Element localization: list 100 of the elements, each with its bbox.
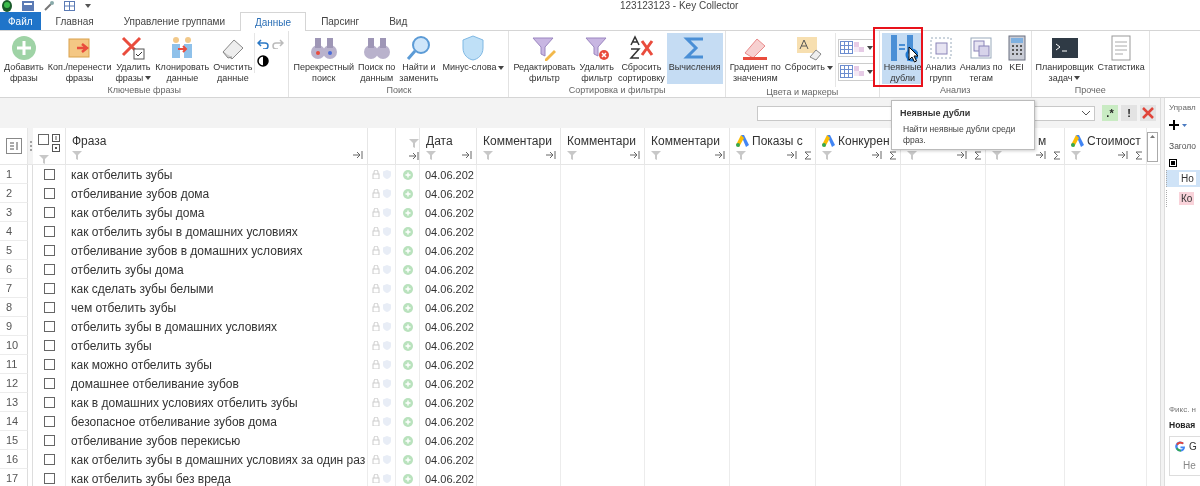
undo-icon[interactable] — [257, 39, 270, 49]
ribbon-button[interactable]: Минус-слова — [440, 33, 507, 84]
filter-icon[interactable] — [567, 150, 577, 160]
plus-circle-icon[interactable] — [402, 226, 413, 237]
row-checkbox[interactable] — [43, 169, 55, 180]
ribbon-tab[interactable]: Управление группами — [108, 12, 240, 30]
column-header[interactable]: Конкурен — [838, 134, 890, 148]
ribbon-button[interactable]: Статистика — [1095, 33, 1147, 84]
column-header[interactable]: Стоимост — [1087, 134, 1141, 148]
row-checkbox[interactable] — [43, 264, 55, 275]
lock-icon[interactable] — [372, 284, 380, 293]
ribbon-button[interactable]: Планировщик задач — [1033, 33, 1096, 84]
row-checkbox[interactable] — [43, 302, 55, 313]
sum-icon[interactable] — [974, 150, 981, 160]
dropdown-icon[interactable] — [85, 4, 91, 8]
lock-icon[interactable] — [372, 322, 380, 331]
column-header[interactable]: м — [1038, 134, 1047, 148]
pin-icon[interactable] — [630, 151, 640, 159]
grip-icon[interactable] — [29, 141, 32, 151]
column-header[interactable]: Показы с — [752, 134, 803, 148]
plus-circle-icon[interactable] — [402, 473, 413, 484]
pin-icon[interactable] — [787, 151, 797, 159]
row-checkbox[interactable] — [43, 321, 55, 332]
lock-icon[interactable] — [372, 341, 380, 350]
sort-icon[interactable] — [5, 138, 22, 154]
ribbon-tab[interactable]: Вид — [374, 12, 423, 30]
lock-icon[interactable] — [372, 455, 380, 464]
pin-icon[interactable] — [409, 152, 419, 160]
lock-icon[interactable] — [372, 189, 380, 198]
add-icon[interactable] — [1169, 120, 1179, 130]
plus-circle-icon[interactable] — [402, 188, 413, 199]
ribbon-button[interactable]: Сбросить сортировку — [615, 33, 667, 84]
select-all-checkbox[interactable] — [38, 134, 49, 145]
lock-icon[interactable] — [372, 379, 380, 388]
filter-icon[interactable] — [39, 154, 49, 164]
filter-toolbar-button[interactable]: .* — [1102, 105, 1118, 121]
plus-circle-icon[interactable] — [402, 340, 413, 351]
grid-icon[interactable] — [64, 1, 75, 11]
pin-icon[interactable] — [715, 151, 725, 159]
filter-icon[interactable] — [483, 150, 493, 160]
row-checkbox[interactable] — [43, 188, 55, 199]
ribbon-button[interactable]: Удалить фразы — [113, 33, 154, 84]
ribbon-button[interactable]: Сбросить — [782, 33, 835, 84]
row-checkbox[interactable] — [43, 226, 55, 237]
row-checkbox[interactable] — [43, 454, 55, 465]
filter-toolbar-button[interactable]: ! — [1121, 105, 1137, 121]
ribbon-button[interactable]: Неявные дубли — [881, 33, 924, 84]
ribbon-button[interactable]: Градиент по значениям — [727, 33, 783, 84]
ribbon-tab[interactable]: Данные — [240, 12, 307, 31]
column-header[interactable]: Комментари — [651, 134, 720, 148]
plus-circle-icon[interactable] — [402, 169, 413, 180]
plus-circle-icon[interactable] — [402, 359, 413, 370]
filter-icon[interactable] — [651, 150, 661, 160]
lock-icon[interactable] — [372, 246, 380, 255]
pin-icon[interactable] — [546, 151, 556, 159]
plus-circle-icon[interactable] — [402, 454, 413, 465]
pin-icon[interactable] — [462, 151, 472, 159]
wrench-icon[interactable] — [44, 1, 54, 11]
ribbon-button[interactable]: Коп./перенести фразы — [45, 33, 114, 84]
ribbon-button[interactable]: Анализ групп — [923, 33, 958, 84]
plus-circle-icon[interactable] — [402, 207, 413, 218]
marker-dropdown[interactable] — [837, 63, 875, 81]
lock-icon[interactable] — [372, 227, 380, 236]
plus-circle-icon[interactable] — [402, 245, 413, 256]
ribbon-button[interactable]: Вычисления — [666, 33, 723, 84]
contrast-icon[interactable] — [257, 55, 270, 67]
ribbon-button[interactable]: Найти и заменить — [397, 33, 441, 84]
sum-icon[interactable] — [889, 150, 896, 160]
tree-item[interactable]: Но — [1166, 170, 1200, 187]
ribbon-button[interactable]: Редактировать фильтр — [511, 33, 578, 84]
row-checkbox[interactable] — [43, 378, 55, 389]
ribbon-button[interactable]: Добавить фразы — [2, 33, 46, 84]
lock-icon[interactable] — [372, 474, 380, 483]
pin-icon[interactable] — [957, 151, 967, 159]
marker-dropdown[interactable] — [837, 39, 875, 57]
plus-circle-icon[interactable] — [402, 416, 413, 427]
tree-item[interactable]: Ко — [1166, 190, 1200, 207]
scrollbar[interactable] — [1147, 132, 1158, 162]
caret-icon[interactable] — [1182, 123, 1187, 127]
row-checkbox[interactable] — [43, 397, 55, 408]
plus-circle-icon[interactable] — [402, 435, 413, 446]
row-checkbox[interactable] — [43, 359, 55, 370]
pin-icon[interactable] — [353, 151, 363, 159]
filter-icon[interactable] — [1071, 150, 1081, 160]
column-header[interactable]: Заголо — [1169, 138, 1197, 151]
clear-filter-button[interactable] — [1140, 105, 1156, 121]
pin-icon[interactable] — [1118, 151, 1128, 159]
pin-icon[interactable] — [1036, 151, 1046, 159]
lock-icon[interactable] — [372, 170, 380, 179]
lock-icon[interactable] — [372, 436, 380, 445]
ribbon-button[interactable]: Удалить фильтр — [577, 33, 616, 84]
ribbon-button[interactable]: Анализ по тегам — [957, 33, 1005, 84]
lock-icon[interactable] — [372, 265, 380, 274]
row-checkbox[interactable] — [43, 340, 55, 351]
plus-circle-icon[interactable] — [402, 302, 413, 313]
plus-circle-icon[interactable] — [402, 283, 413, 294]
sum-icon[interactable] — [804, 150, 811, 160]
sum-icon[interactable] — [1135, 150, 1142, 160]
filter-icon[interactable] — [72, 150, 82, 160]
filter-icon[interactable] — [822, 150, 832, 160]
